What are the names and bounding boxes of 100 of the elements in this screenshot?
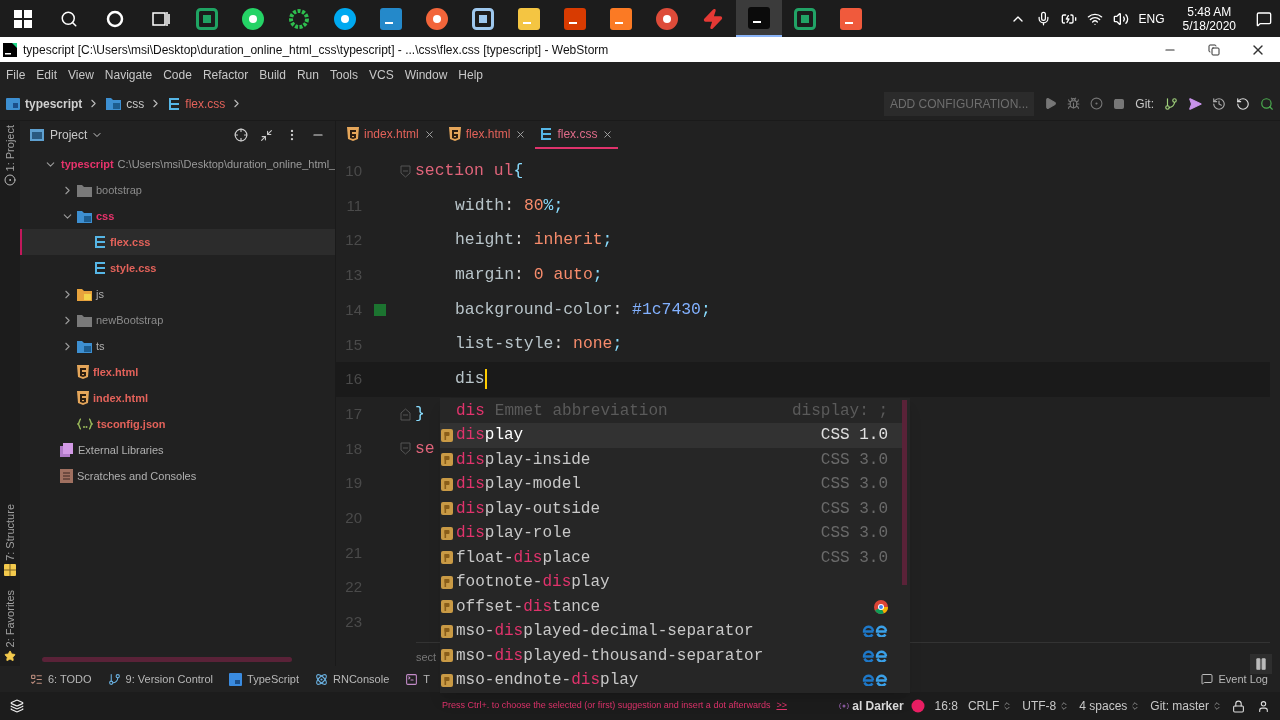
rollback-icon[interactable] bbox=[1236, 96, 1250, 111]
clock[interactable]: 5:48 AM 5/18/2020 bbox=[1182, 4, 1236, 33]
tree-item[interactable]: External Libraries bbox=[20, 437, 335, 463]
suggestion-item[interactable]: mso-endnote-display bbox=[440, 668, 902, 693]
tree-item[interactable]: Scratches and Consoles bbox=[20, 463, 335, 489]
tree-item[interactable]: newBootstrap bbox=[20, 307, 335, 333]
close-icon[interactable] bbox=[423, 128, 435, 140]
editor-tab[interactable]: flex.css bbox=[535, 121, 619, 149]
status-item[interactable]: 4 spaces bbox=[1079, 697, 1141, 715]
menu-item[interactable]: Run bbox=[296, 65, 319, 84]
event-log-button[interactable]: Event Log bbox=[1201, 670, 1268, 688]
menu-item[interactable]: Navigate bbox=[104, 65, 153, 84]
tree-item[interactable]: flex.css bbox=[20, 229, 335, 255]
folder-icon bbox=[77, 339, 92, 353]
theme-name[interactable]: al Darker bbox=[852, 697, 904, 715]
tool-window-tab[interactable]: 2: Favorites bbox=[1, 589, 19, 647]
search-icon[interactable] bbox=[1260, 96, 1274, 111]
tree-item[interactable]: flex.html bbox=[20, 359, 335, 385]
tree-label: Scratches and Consoles bbox=[77, 468, 197, 484]
suggestion-item[interactable]: display-outside CSS 3.0 bbox=[440, 496, 902, 521]
tree-item[interactable]: css bbox=[20, 203, 335, 229]
tree-item[interactable]: js bbox=[20, 281, 335, 307]
suggestion-item[interactable]: display-model CSS 3.0 bbox=[440, 472, 902, 497]
menu-item[interactable]: Edit bbox=[36, 65, 58, 84]
close-icon[interactable] bbox=[515, 128, 527, 140]
history-icon[interactable] bbox=[1212, 96, 1226, 111]
broadcast-icon bbox=[838, 701, 851, 711]
menu-item[interactable]: Window bbox=[404, 65, 448, 84]
star-icon bbox=[4, 650, 16, 662]
menu-item[interactable]: VCS bbox=[368, 65, 394, 84]
layers-icon[interactable] bbox=[10, 699, 24, 713]
code-text: section ul{ bbox=[415, 160, 524, 183]
editor-tab[interactable]: index.html bbox=[342, 121, 440, 149]
breadcrumb[interactable]: css bbox=[126, 94, 145, 113]
menu-item[interactable]: Refactor bbox=[202, 65, 249, 84]
coverage-icon[interactable] bbox=[1090, 97, 1104, 110]
suggestion-item[interactable]: display CSS 1.0 bbox=[440, 423, 902, 448]
suggestion-item[interactable]: footnote-display bbox=[440, 570, 902, 595]
run-icon[interactable] bbox=[1044, 97, 1058, 110]
tree-item[interactable]: style.css bbox=[20, 255, 335, 281]
menu-item[interactable]: View bbox=[68, 65, 94, 84]
collapse-all-icon[interactable] bbox=[260, 128, 273, 142]
tool-window-tab[interactable]: 7: Structure bbox=[1, 503, 19, 561]
tool-window-button[interactable]: T bbox=[405, 670, 430, 688]
stop-icon[interactable] bbox=[1113, 97, 1126, 110]
editor-tab[interactable]: flex.html bbox=[443, 121, 532, 149]
suggestion-text: float-displace bbox=[456, 547, 591, 569]
volume-icon[interactable] bbox=[1112, 10, 1129, 27]
pause-button[interactable] bbox=[1250, 654, 1272, 674]
suggestion-source: CSS 3.0 bbox=[820, 547, 888, 569]
branch-icon[interactable] bbox=[1164, 96, 1178, 111]
tool-window-button[interactable]: RNConsole bbox=[315, 670, 390, 688]
menu-item[interactable]: Tools bbox=[329, 65, 358, 84]
status-item[interactable]: UTF-8 bbox=[1022, 697, 1070, 715]
suggestion-item[interactable]: display-role CSS 3.0 bbox=[440, 521, 902, 546]
tree-label: flex.css bbox=[110, 234, 151, 250]
project-view-dropdown[interactable]: Project bbox=[50, 126, 104, 144]
project-path: C:\Users\msi\Desktop\duration_online_html_ bbox=[117, 156, 335, 172]
breadcrumb[interactable]: flex.css bbox=[185, 94, 226, 113]
menu-item[interactable]: File bbox=[6, 65, 26, 84]
status-item[interactable]: 16:8 bbox=[934, 697, 958, 715]
tool-window-button[interactable]: 6: TODO bbox=[30, 670, 92, 688]
tool-window-button[interactable]: TypeScript bbox=[229, 670, 299, 688]
inspector-icon[interactable] bbox=[1257, 699, 1270, 713]
locate-icon[interactable] bbox=[234, 128, 248, 142]
debug-icon[interactable] bbox=[1067, 97, 1081, 110]
status-item[interactable]: CRLF bbox=[967, 697, 1013, 715]
language-indicator[interactable]: ENG bbox=[1138, 9, 1165, 28]
suggestion-item[interactable]: mso-displayed-decimal-separator bbox=[440, 619, 902, 644]
lock-icon[interactable] bbox=[1232, 699, 1245, 713]
tree-item[interactable]: ts bbox=[20, 333, 335, 359]
pause-icon bbox=[1254, 657, 1268, 671]
push-icon[interactable] bbox=[1188, 96, 1202, 111]
tree-item[interactable]: index.html bbox=[20, 385, 335, 411]
tree-item[interactable]: typescript C:\Users\msi\Desktop\duration_online_html_ bbox=[20, 151, 335, 177]
suggestion-item[interactable]: display-inside CSS 3.0 bbox=[440, 447, 902, 472]
hint-link[interactable]: >> bbox=[776, 699, 787, 713]
restore-icon[interactable] bbox=[1208, 43, 1220, 56]
editor-breadcrumb[interactable]: sect bbox=[416, 650, 437, 663]
tree-item[interactable]: tsconfig.json bbox=[20, 411, 335, 437]
typescript-icon bbox=[6, 97, 20, 110]
suggestion-item[interactable]: mso-displayed-thousand-separator bbox=[440, 643, 902, 668]
css-file-icon bbox=[168, 96, 181, 111]
close-icon[interactable] bbox=[602, 128, 614, 140]
html-file-icon bbox=[77, 365, 89, 379]
menu-item[interactable]: Code bbox=[163, 65, 192, 84]
menu-item[interactable]: Help bbox=[458, 65, 484, 84]
suggestion-item[interactable]: float-displace CSS 3.0 bbox=[440, 545, 902, 570]
tool-window-button[interactable]: 9: Version Control bbox=[107, 670, 214, 688]
property-icon bbox=[441, 600, 453, 614]
notifications-icon[interactable] bbox=[1256, 10, 1272, 27]
taskbar-button[interactable] bbox=[736, 0, 782, 37]
breadcrumb[interactable]: typescript bbox=[25, 94, 83, 113]
menu-item[interactable]: Build bbox=[259, 65, 286, 84]
suggestion-item[interactable]: offset-distance bbox=[440, 594, 902, 619]
tree-item[interactable]: bootstrap bbox=[20, 177, 335, 203]
tool-window-tab[interactable]: 1: Project bbox=[1, 125, 19, 172]
microphone-icon[interactable] bbox=[1035, 11, 1051, 26]
up-down-icon bbox=[1212, 701, 1222, 711]
status-item[interactable]: Git: master bbox=[1150, 697, 1222, 715]
